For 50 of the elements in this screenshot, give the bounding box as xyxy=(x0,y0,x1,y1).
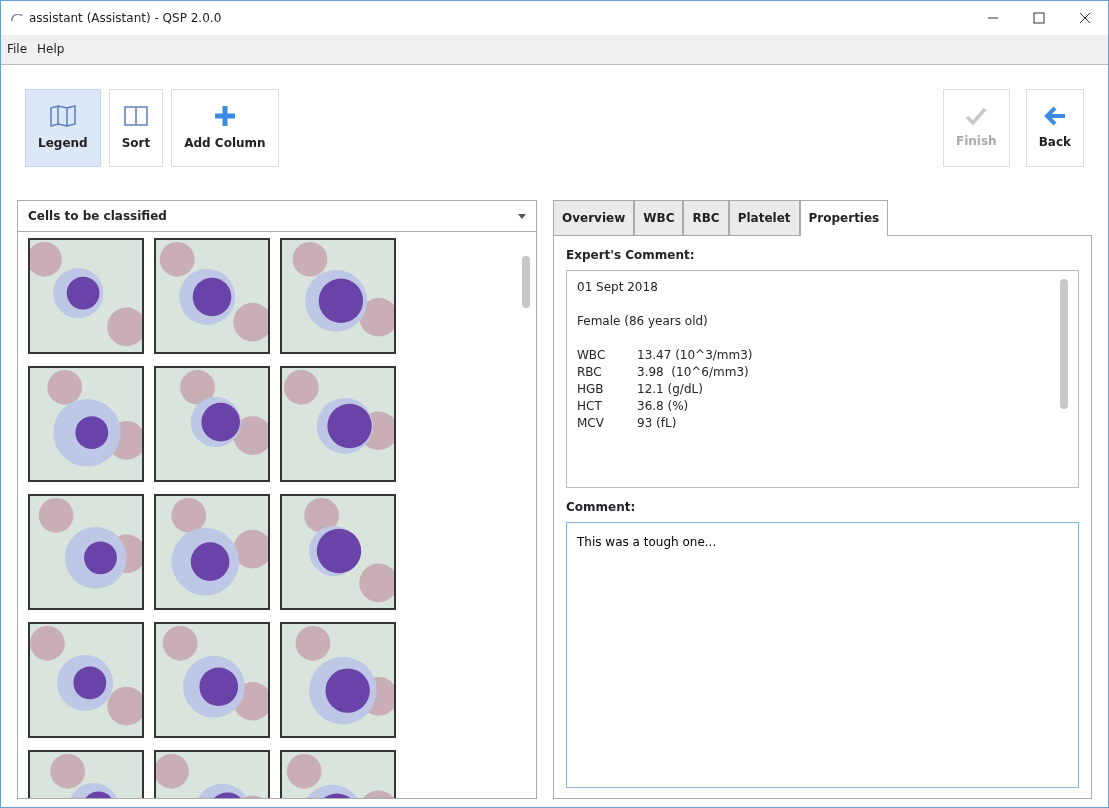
cell-photo-placeholder[interactable] xyxy=(154,621,270,738)
tab[interactable]: WBC xyxy=(634,200,684,236)
comment-line: 01 Sept 2018 xyxy=(577,279,658,297)
scrollbar-thumb[interactable] xyxy=(522,255,530,308)
lab-name: WBC xyxy=(577,347,607,365)
lab-value: 93 (fL) xyxy=(637,416,677,431)
cells-dropdown[interactable]: Cells to be classified xyxy=(18,201,536,232)
tab[interactable]: Properties xyxy=(799,200,889,237)
map-icon xyxy=(48,103,77,128)
back-arrow-icon xyxy=(1042,104,1067,127)
lab-value: 13.47 (10^3/mm3) xyxy=(637,348,753,363)
comment-label: Comment: xyxy=(566,499,637,517)
lab-value: 12.1 (g/dL) xyxy=(637,382,703,397)
cell-photo-placeholder[interactable] xyxy=(28,493,144,610)
cell-photo-placeholder[interactable] xyxy=(280,493,396,610)
toolbar-button[interactable]: Add Column xyxy=(171,88,279,167)
tab[interactable]: Platelet xyxy=(728,200,800,236)
dropdown-value: Cells to be classified xyxy=(28,208,167,226)
toolbar-button[interactable]: Legend xyxy=(25,88,101,167)
lab-value: 3.98 (10^6/mm3) xyxy=(637,365,749,380)
lab-name: MCV xyxy=(577,415,605,433)
loading-icon xyxy=(11,13,23,22)
columns-icon xyxy=(122,103,149,128)
cell-photo-placeholder[interactable] xyxy=(154,237,270,354)
cell-photo-placeholder[interactable] xyxy=(28,621,144,738)
comment-field[interactable]: This was a tough one... xyxy=(566,522,1079,788)
cell-photo-placeholder[interactable] xyxy=(280,237,396,354)
toolbar-button[interactable]: Back xyxy=(1025,88,1084,167)
check-icon xyxy=(965,105,988,126)
window-title: assistant (Assistant) - QSP 2.0.0 xyxy=(29,9,222,27)
cell-photo-placeholder[interactable] xyxy=(154,365,270,482)
cell-photo-placeholder[interactable] xyxy=(280,365,396,482)
menu-item[interactable]: File xyxy=(7,40,28,59)
cell-photo-placeholder[interactable] xyxy=(154,493,270,610)
toolbar-button[interactable]: Sort xyxy=(108,88,164,167)
scrollbar-thumb[interactable] xyxy=(1060,279,1068,410)
lab-name: HGB xyxy=(577,381,605,399)
caret-icon xyxy=(518,213,526,219)
lab-value: 36.8 (%) xyxy=(637,399,689,414)
cell-photo-placeholder[interactable] xyxy=(28,237,144,354)
plus-icon xyxy=(212,103,237,128)
comment-line: Female (86 years old) xyxy=(577,313,708,331)
expert-comment-label: Expert's Comment: xyxy=(566,247,696,265)
tab[interactable]: Overview xyxy=(553,200,635,236)
tab[interactable]: RBC xyxy=(683,200,729,236)
lab-name: RBC xyxy=(577,364,603,382)
lab-name: HCT xyxy=(577,398,603,416)
cell-photo-placeholder[interactable] xyxy=(280,621,396,738)
menu-item[interactable]: Help xyxy=(37,40,65,59)
cell-photo-placeholder[interactable] xyxy=(28,365,144,482)
